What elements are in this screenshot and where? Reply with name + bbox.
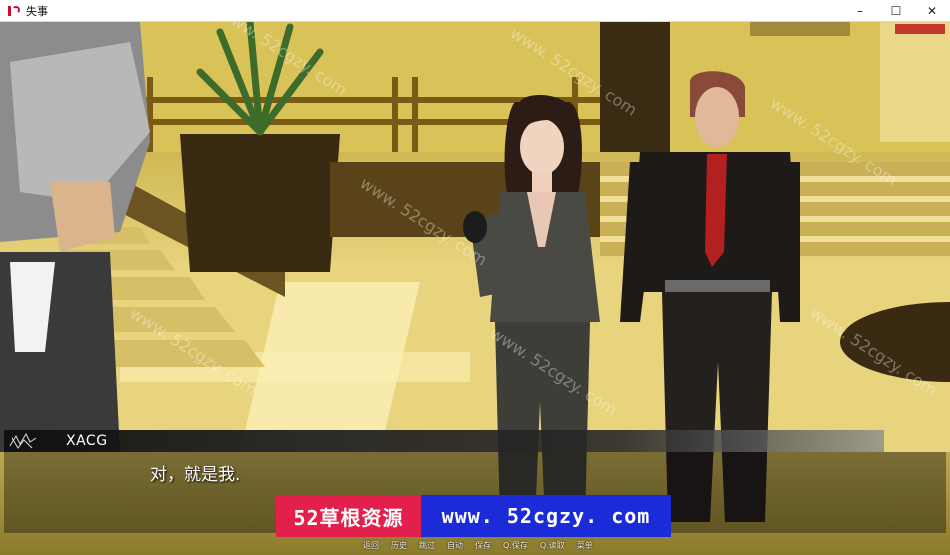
quick-menu-menu[interactable]: 菜单: [577, 540, 593, 551]
watermark-banner-right: www. 52cgzy. com: [421, 495, 671, 537]
quick-menu-quick-save[interactable]: Q.保存: [503, 540, 528, 551]
speaker-name: XACG: [66, 433, 108, 449]
app-icon: [8, 5, 20, 17]
quick-menu-back[interactable]: 返回: [363, 540, 379, 551]
minimize-button[interactable]: –: [842, 0, 878, 22]
dark-pillar: [600, 22, 670, 152]
window-titlebar[interactable]: 失事 – ☐ ✕: [0, 0, 950, 22]
quick-menu-auto[interactable]: 自动: [447, 540, 463, 551]
quick-menu-quick-load[interactable]: Q.读取: [540, 540, 565, 551]
speaker-namebox: XACG: [4, 430, 884, 452]
banner-left-text: 52草根资源: [293, 505, 404, 530]
quick-menu-history[interactable]: 历史: [391, 540, 407, 551]
ornament-icon: [9, 432, 37, 449]
dialogue-text: 对，就是我.: [150, 465, 241, 485]
close-button[interactable]: ✕: [914, 0, 950, 22]
maximize-button[interactable]: ☐: [878, 0, 914, 22]
quick-menu-save[interactable]: 保存: [475, 540, 491, 551]
quick-menu: 返回 历史 跳过 自动 保存 Q.保存 Q.读取 菜单: [363, 540, 593, 551]
window-title: 失事: [26, 4, 48, 18]
quick-menu-skip[interactable]: 跳过: [419, 540, 435, 551]
banner-right-text: www. 52cgzy. com: [441, 504, 651, 528]
watermark-banner-left: 52草根资源: [276, 495, 421, 537]
